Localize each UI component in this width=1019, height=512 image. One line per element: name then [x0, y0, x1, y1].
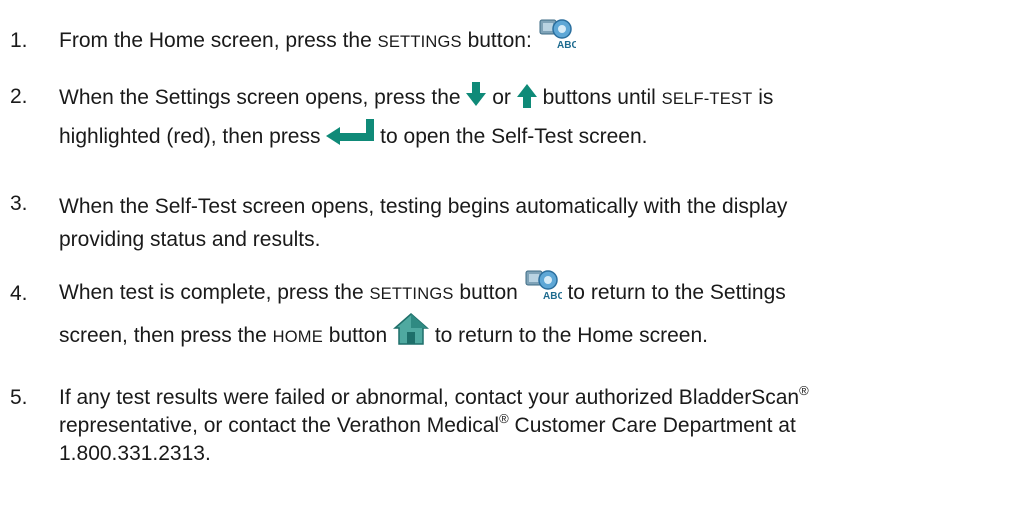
settings-abc-icon: ABC [539, 19, 576, 51]
step-number: 2. [10, 85, 28, 108]
settings-abc-icon: ABC [525, 270, 562, 302]
svg-text:ABC: ABC [557, 40, 576, 51]
step-text: If any test results were failed or abnor… [59, 383, 809, 465]
svg-text:ABC: ABC [543, 291, 562, 302]
self-test-label: SELF-TEST [661, 90, 753, 108]
step-number: 5. [10, 386, 28, 409]
step-text: When the Settings screen opens, press th… [59, 79, 1004, 155]
down-arrow-icon [466, 82, 487, 107]
settings-button-label: SETTINGS [377, 33, 462, 51]
enter-arrow-icon [326, 119, 375, 146]
home-icon [393, 313, 429, 346]
step-number: 3. [10, 192, 28, 215]
step-text: When the Self-Test screen opens, testing… [59, 195, 788, 251]
settings-button-label: SETTINGS [369, 285, 454, 303]
step-text: From the Home screen, press the SETTINGS… [59, 19, 1004, 56]
step-number: 1. [10, 29, 28, 52]
home-button-label: HOME [272, 328, 323, 346]
registered-mark: ® [499, 411, 509, 426]
step-number: 4. [10, 282, 28, 305]
registered-mark: ® [799, 383, 809, 398]
step-text: When test is complete, press the SETTING… [59, 270, 1004, 358]
up-arrow-icon [516, 84, 537, 109]
